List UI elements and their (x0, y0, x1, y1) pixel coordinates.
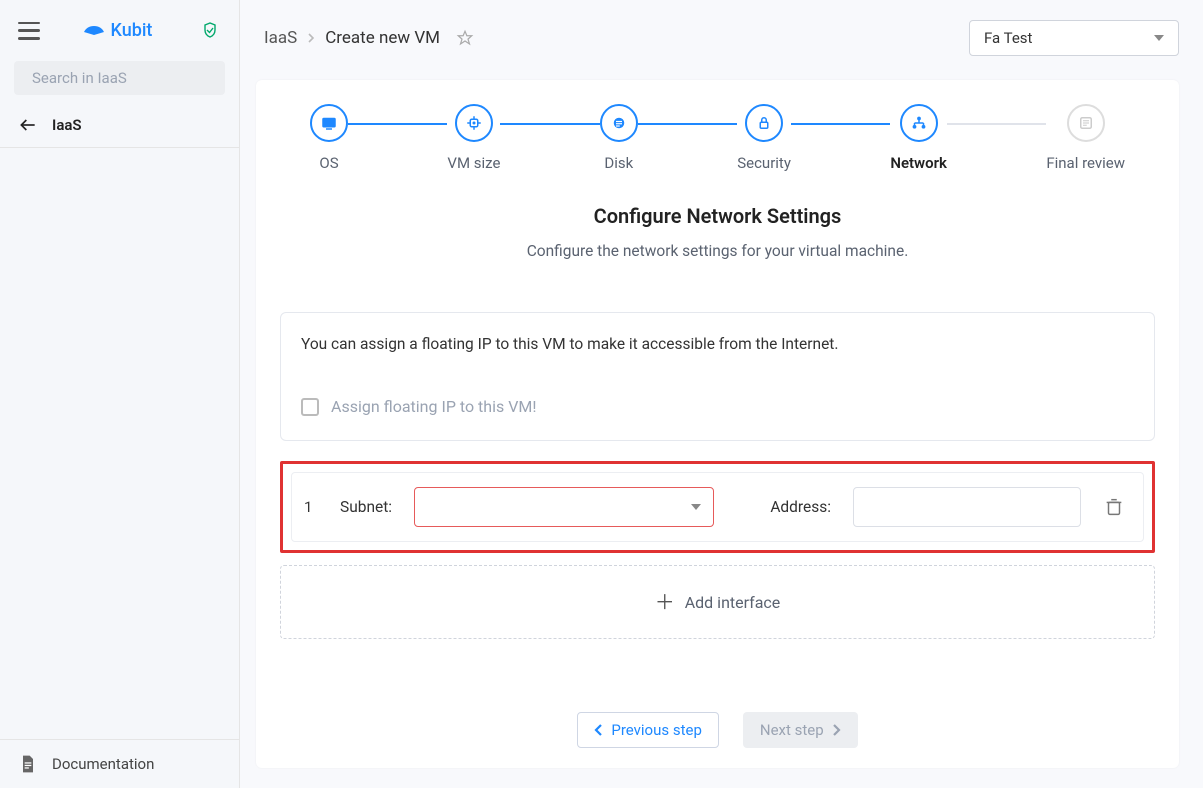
arrow-left-icon (18, 115, 38, 135)
sidebar: Kubit IaaS Documentation (0, 0, 240, 788)
step-label: Final review (1046, 154, 1125, 172)
search-input[interactable] (32, 69, 231, 87)
chevron-down-icon (691, 504, 701, 510)
trash-icon[interactable] (1103, 496, 1125, 518)
chevron-right-icon (832, 723, 841, 737)
page-subtitle: Configure the network settings for your … (280, 242, 1155, 260)
brand-logo-icon (83, 20, 105, 41)
brand[interactable]: Kubit (54, 20, 181, 41)
assign-floating-ip-label: Assign floating IP to this VM! (331, 397, 537, 416)
wizard-card: OS VM size Disk Security Network (256, 80, 1179, 768)
chevron-down-icon (1154, 35, 1164, 41)
chevron-right-icon (307, 32, 315, 44)
previous-step-button[interactable]: Previous step (577, 712, 719, 748)
step-label: Security (737, 154, 791, 172)
step-network[interactable]: Network (890, 104, 947, 172)
chevron-left-icon (594, 723, 603, 737)
main: IaaS Create new VM Fa Test OS VM size (240, 0, 1203, 788)
nav-back-row[interactable]: IaaS (0, 103, 239, 148)
checkbox-icon (301, 398, 319, 416)
step-label: OS (319, 154, 338, 172)
wizard-nav: Previous step Next step (280, 682, 1155, 748)
step-os[interactable]: OS (310, 104, 348, 172)
step-label: Disk (604, 154, 633, 172)
step-label: Network (890, 154, 947, 172)
documentation-label: Documentation (52, 755, 154, 773)
step-security[interactable]: Security (737, 104, 791, 172)
previous-step-label: Previous step (611, 721, 702, 739)
step-label: VM size (447, 154, 500, 172)
page-title: Configure Network Settings (280, 204, 1155, 228)
subnet-select[interactable] (414, 487, 714, 527)
next-step-button: Next step (743, 712, 858, 748)
project-select[interactable]: Fa Test (969, 20, 1179, 56)
address-input[interactable] (853, 487, 1081, 527)
assign-floating-ip-checkbox[interactable]: Assign floating IP to this VM! (301, 397, 1134, 416)
floating-ip-box: You can assign a floating IP to this VM … (280, 312, 1155, 441)
step-vmsize[interactable]: VM size (447, 104, 500, 172)
interface-index: 1 (304, 498, 318, 516)
search-box[interactable] (14, 61, 225, 95)
breadcrumb: IaaS Create new VM (264, 28, 474, 48)
hamburger-menu-icon[interactable] (18, 22, 40, 40)
breadcrumb-root[interactable]: IaaS (264, 28, 297, 48)
add-interface-button[interactable]: ＋ Add interface (280, 565, 1155, 639)
brand-name: Kubit (111, 20, 153, 41)
project-select-value: Fa Test (984, 29, 1032, 47)
topbar: IaaS Create new VM Fa Test (240, 0, 1203, 68)
star-icon[interactable] (456, 29, 474, 47)
interface-row: 1 Subnet: Address: (291, 472, 1144, 542)
step-disk[interactable]: Disk (600, 104, 638, 172)
step-final: Final review (1046, 104, 1125, 172)
stepper: OS VM size Disk Security Network (280, 104, 1155, 172)
sidebar-documentation[interactable]: Documentation (0, 739, 239, 788)
nav-back-label: IaaS (52, 116, 82, 134)
partner-badge-icon (201, 21, 221, 41)
floating-ip-info: You can assign a floating IP to this VM … (301, 335, 1134, 353)
breadcrumb-current: Create new VM (325, 28, 440, 48)
subnet-label: Subnet: (340, 498, 392, 516)
interface-row-highlight: 1 Subnet: Address: (280, 461, 1155, 553)
search-wrap (14, 61, 225, 95)
next-step-label: Next step (760, 721, 824, 739)
document-icon (18, 754, 38, 774)
sidebar-header: Kubit (0, 0, 239, 61)
add-interface-label: Add interface (685, 593, 781, 612)
address-label: Address: (770, 498, 831, 516)
plus-icon: ＋ (655, 592, 675, 612)
